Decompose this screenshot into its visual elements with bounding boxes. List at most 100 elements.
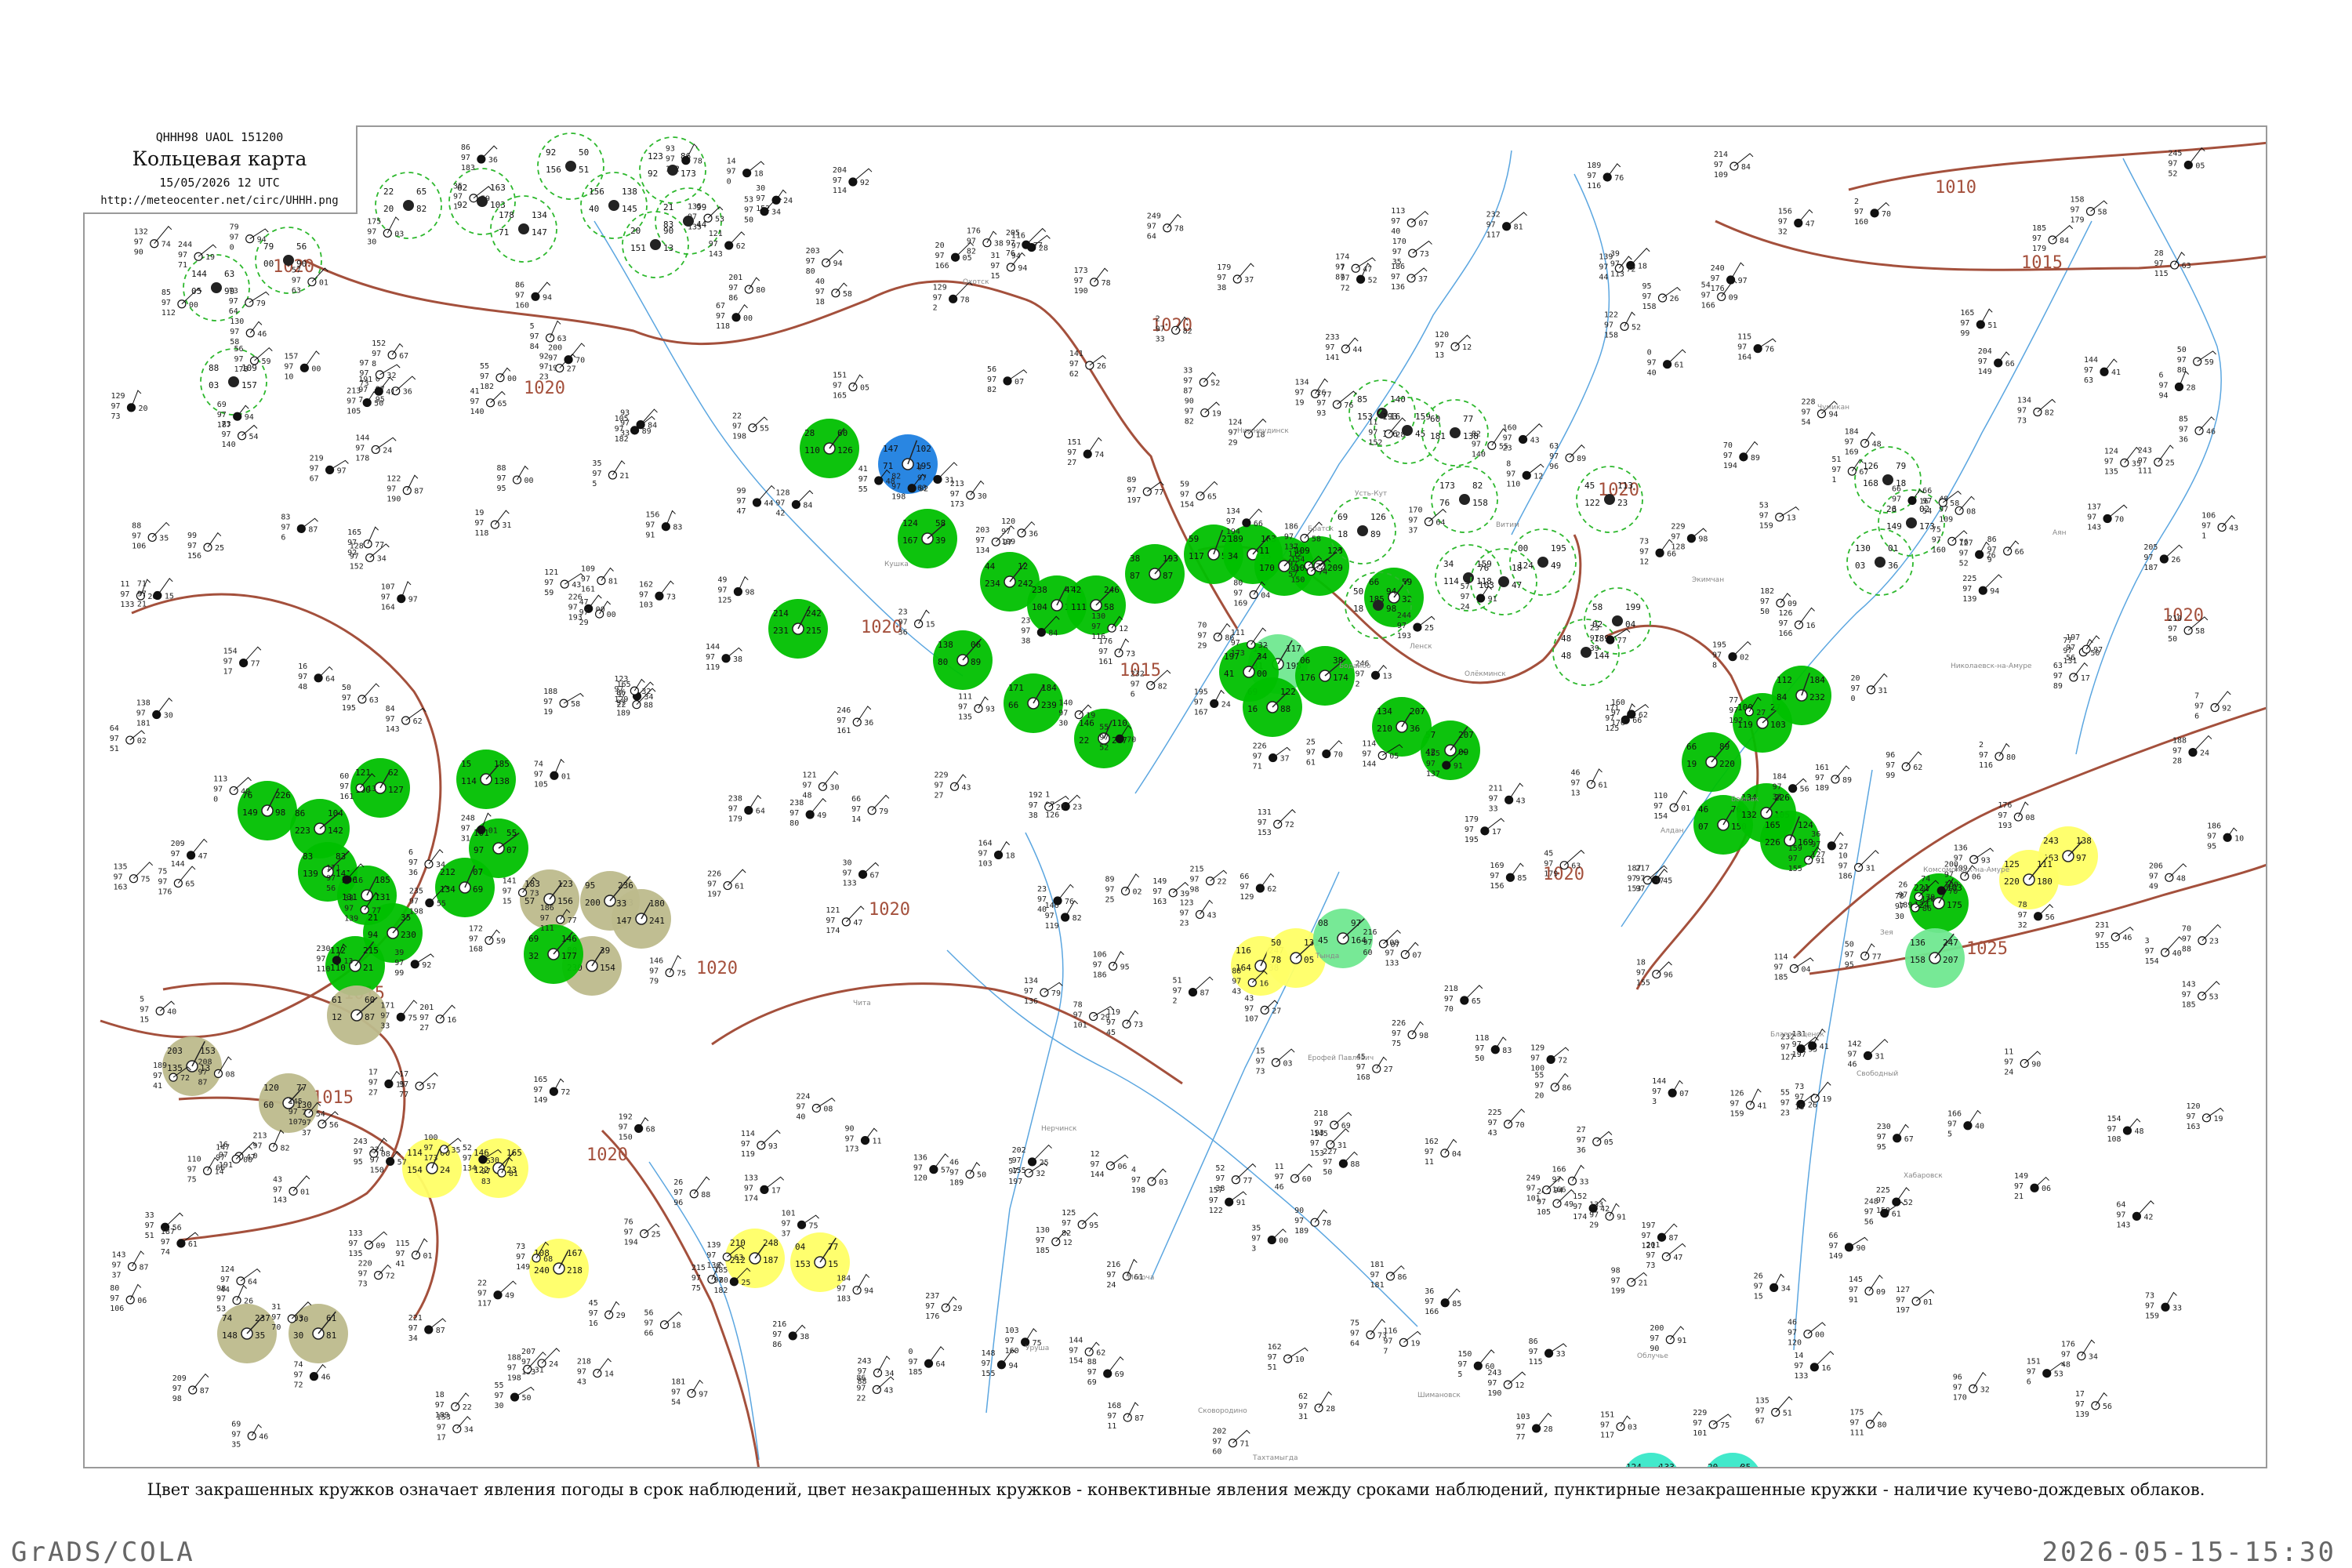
river-selenga (648, 1161, 760, 1461)
weather-station: 869711533 (1529, 1338, 1567, 1367)
svg-text:01: 01 (561, 772, 571, 781)
weather-station: 1859717984 (2032, 224, 2074, 253)
svg-text:54: 54 (671, 1398, 681, 1406)
weather-station: 162975110 (1268, 1343, 1308, 1372)
svg-text:176: 176 (967, 227, 981, 236)
svg-text:59: 59 (1189, 534, 1199, 544)
svg-text:0: 0 (230, 244, 234, 252)
svg-text:03: 03 (209, 380, 219, 390)
svg-text:97: 97 (1701, 291, 1711, 299)
svg-text:97: 97 (782, 1219, 791, 1228)
svg-text:199: 199 (1625, 602, 1641, 612)
svg-text:56: 56 (2045, 913, 2055, 922)
svg-text:97: 97 (744, 206, 753, 215)
weather-station: 146977975 (649, 955, 686, 986)
svg-text:91: 91 (1849, 1296, 1858, 1305)
svg-text:66: 66 (851, 795, 861, 804)
svg-text:101: 101 (1693, 1429, 1707, 1438)
svg-text:144: 144 (191, 269, 207, 279)
svg-text:59: 59 (496, 938, 506, 946)
svg-text:70: 70 (1882, 210, 1891, 219)
svg-text:76: 76 (1765, 346, 1774, 354)
weather-station: 469712000 (1788, 1319, 1826, 1348)
svg-text:2: 2 (933, 303, 938, 312)
svg-text:129: 129 (614, 695, 628, 704)
svg-text:36: 36 (1425, 1287, 1434, 1296)
weather-station: 132979074 (134, 226, 172, 257)
weather-station: 2099714447 (171, 838, 208, 869)
weather-station: 2139717330 (950, 480, 987, 509)
svg-text:97: 97 (1298, 1403, 1308, 1411)
svg-text:149: 149 (1886, 521, 1902, 532)
svg-text:69: 69 (1115, 1370, 1124, 1379)
svg-text:36: 36 (1773, 793, 1782, 802)
svg-text:62: 62 (1267, 885, 1276, 894)
svg-text:44: 44 (764, 499, 773, 508)
svg-text:97: 97 (380, 1011, 390, 1020)
svg-text:97: 97 (358, 386, 368, 394)
svg-text:50: 50 (342, 684, 351, 692)
svg-text:12: 12 (1462, 343, 1472, 352)
station-names: КушкаНижнеудинскБратскУсть-КутБодайбоВит… (853, 278, 2067, 1462)
svg-text:163: 163 (113, 884, 127, 892)
source-url[interactable]: http://meteocenter.net/circ/UHHH.png (83, 194, 356, 207)
svg-text:94: 94 (1386, 586, 1397, 597)
svg-text:180: 180 (649, 898, 665, 909)
station-name: Комсомольск-на-Амуре (1923, 866, 2010, 874)
weather-station: 11972490 (2004, 1047, 2041, 1076)
svg-text:12: 12 (332, 1012, 342, 1022)
svg-text:188: 188 (2172, 737, 2187, 746)
weather-station: 679711800 (716, 302, 753, 331)
svg-text:87: 87 (1200, 989, 1209, 998)
weather-station: 1519716505 (833, 372, 869, 401)
svg-text:169: 169 (1490, 862, 1504, 870)
svg-text:24: 24 (549, 1360, 558, 1369)
svg-text:07: 07 (1412, 951, 1421, 960)
svg-text:185: 185 (2182, 1000, 2196, 1009)
svg-text:114: 114 (461, 776, 477, 786)
svg-text:43: 43 (273, 1175, 282, 1184)
svg-text:86: 86 (1529, 1338, 1538, 1346)
svg-text:82: 82 (1472, 481, 1483, 491)
svg-text:18: 18 (754, 170, 764, 179)
svg-text:148: 148 (981, 1349, 995, 1358)
svg-text:31: 31 (990, 252, 1000, 260)
svg-text:89: 89 (642, 427, 652, 436)
weather-station: 5971540 (140, 996, 176, 1025)
svg-text:19: 19 (2213, 1115, 2223, 1123)
svg-text:97: 97 (2093, 646, 2103, 655)
svg-text:43: 43 (1244, 994, 1254, 1003)
svg-text:124: 124 (902, 518, 918, 528)
weather-station: 162971104 (1425, 1138, 1461, 1167)
svg-text:31: 31 (1338, 1142, 1347, 1150)
svg-text:37: 37 (1280, 755, 1290, 764)
svg-text:218: 218 (1444, 985, 1458, 993)
svg-text:97: 97 (1611, 709, 1621, 717)
svg-text:156: 156 (546, 165, 561, 175)
svg-text:97: 97 (1475, 1044, 1484, 1053)
svg-text:46: 46 (259, 1432, 268, 1441)
svg-text:07: 07 (1014, 378, 1024, 387)
weather-station: 3597300 (1251, 1225, 1288, 1254)
svg-text:149: 149 (1978, 368, 1992, 376)
svg-text:97: 97 (136, 710, 146, 718)
svg-text:158: 158 (1472, 498, 1488, 508)
weather-station: 1739719078 (1074, 267, 1111, 296)
station-name: Экимчан (1692, 576, 1724, 584)
weather-station: 200979091 (1650, 1324, 1686, 1353)
svg-text:97: 97 (1087, 1368, 1097, 1377)
svg-text:43: 43 (1207, 911, 1216, 920)
svg-text:154: 154 (1180, 501, 1194, 510)
svg-text:97: 97 (162, 299, 171, 307)
svg-text:97: 97 (975, 536, 985, 545)
svg-text:97: 97 (1589, 1210, 1599, 1219)
svg-text:184: 184 (1773, 773, 1787, 782)
svg-text:240: 240 (1711, 264, 1725, 273)
svg-text:6: 6 (2194, 712, 2199, 720)
weather-station: 1119713593 (958, 693, 995, 722)
weather-station: 63979689 (1549, 442, 1586, 471)
svg-text:97: 97 (474, 845, 484, 855)
weather-station: 176974834 (2061, 1339, 2098, 1370)
svg-text:97: 97 (359, 359, 368, 368)
svg-text:198: 198 (891, 493, 906, 502)
